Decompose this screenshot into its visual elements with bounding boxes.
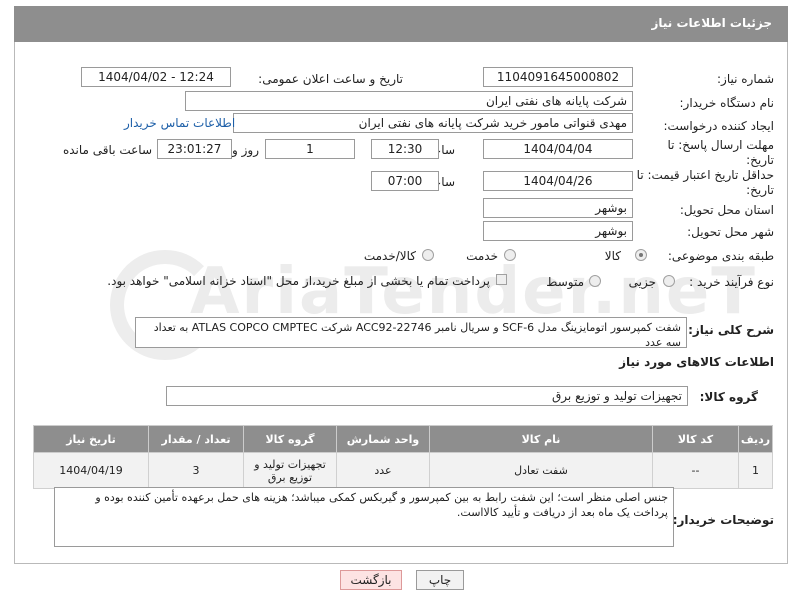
province-field: بوشهر [483, 198, 633, 218]
cell-row: 1 [738, 452, 773, 489]
process-option-medium: متوسط [546, 275, 584, 289]
process-radio-minor[interactable] [663, 275, 675, 287]
need-number-field: 1104091645000802 [483, 67, 633, 87]
cell-code: -- [652, 452, 739, 489]
need-number-label: شماره نیاز: [717, 72, 774, 86]
city-label: شهر محل تحویل: [687, 225, 774, 239]
category-radio-goods-service[interactable] [422, 249, 434, 261]
category-option-service: خدمت [466, 249, 498, 263]
treasury-checkbox[interactable] [496, 274, 507, 285]
treasury-note: پرداخت تمام یا بخشی از مبلغ خرید،از محل … [107, 274, 490, 288]
buyer-notes-field: جنس اصلی منظر است؛ این شفت رابط به بین ک… [54, 487, 674, 547]
th-date: تاریخ نیاز [33, 425, 149, 453]
requester-label: ایجاد کننده درخواست: [663, 119, 774, 133]
day-label: روز و [232, 143, 259, 157]
category-radio-goods[interactable] [635, 249, 647, 261]
cell-unit: عدد [336, 452, 430, 489]
buyer-notes-label: توضیحات خریدار: [672, 513, 774, 527]
th-qty: تعداد / مقدار [148, 425, 244, 453]
category-label: طبقه بندی موضوعی: [667, 249, 774, 263]
requester-field: مهدی قنواتی مامور خرید شرکت پایانه های ن… [233, 113, 633, 133]
panel-title: جزئیات اطلاعات نیاز [651, 16, 772, 30]
province-label: استان محل تحویل: [679, 203, 774, 217]
goods-info-title: اطلاعات کالاهای مورد نیاز [619, 355, 774, 369]
th-unit: واحد شمارش [336, 425, 430, 453]
table-row: 1 -- شفت تعادل عدد تجهیزات تولید و توزیع… [33, 452, 773, 489]
table-header-row: ردیف کد کالا نام کالا واحد شمارش گروه کا… [33, 425, 773, 453]
buyer-org-label: نام دستگاه خریدار: [679, 96, 775, 110]
items-table: ردیف کد کالا نام کالا واحد شمارش گروه کا… [33, 425, 773, 489]
goods-group-field: تجهیزات تولید و توزیع برق [166, 386, 688, 406]
announce-datetime-field: 1404/04/02 - 12:24 [81, 67, 231, 87]
buyer-org-field: شرکت پایانه های نفتی ایران [185, 91, 633, 111]
category-radio-service[interactable] [504, 249, 516, 261]
category-option-goods: کالا [604, 249, 621, 263]
remaining-label: ساعت باقی مانده [62, 143, 152, 157]
cell-group: تجهیزات تولید و توزیع برق [243, 452, 337, 489]
cell-name: شفت تعادل [429, 452, 653, 489]
reply-time-field: 12:30 [371, 139, 439, 159]
remaining-time-field: 23:01:27 [157, 139, 232, 159]
price-validity-label: حداقل تاریخ اعتبار قیمت: تا تاریخ: [636, 168, 774, 197]
goods-group-label: گروه کالا: [699, 390, 758, 404]
th-group: گروه کالا [243, 425, 337, 453]
cell-qty: 3 [148, 452, 244, 489]
print-button[interactable]: چاپ [416, 570, 464, 590]
cell-date: 1404/04/19 [33, 452, 149, 489]
process-type-label: نوع فرآیند خرید : [689, 275, 774, 289]
process-option-minor: جزیی [628, 275, 656, 289]
general-desc-label: شرح کلی نیاز: [688, 323, 774, 337]
reply-date-field: 1404/04/04 [483, 139, 633, 159]
back-button[interactable]: بازگشت [340, 570, 402, 590]
buyer-contact-link[interactable]: اطلاعات تماس خریدار [124, 116, 235, 130]
category-option-goods-service: کالا/خدمت [363, 249, 416, 263]
general-desc-field: شفت کمپرسور اتومایزینگ مدل SCF-6 و سریال… [135, 317, 687, 349]
reply-deadline-label: مهلت ارسال پاسخ: تا تاریخ: [667, 138, 774, 167]
th-name: نام کالا [429, 425, 653, 453]
validity-time-field: 07:00 [371, 171, 439, 191]
th-code: کد کالا [652, 425, 739, 453]
announce-datetime-label: تاریخ و ساعت اعلان عمومی: [258, 72, 403, 86]
process-radio-medium[interactable] [589, 275, 601, 287]
remaining-days-field: 1 [265, 139, 355, 159]
th-row: ردیف [738, 425, 773, 453]
city-field: بوشهر [483, 221, 633, 241]
panel-header: جزئیات اطلاعات نیاز [14, 6, 788, 42]
validity-date-field: 1404/04/26 [483, 171, 633, 191]
